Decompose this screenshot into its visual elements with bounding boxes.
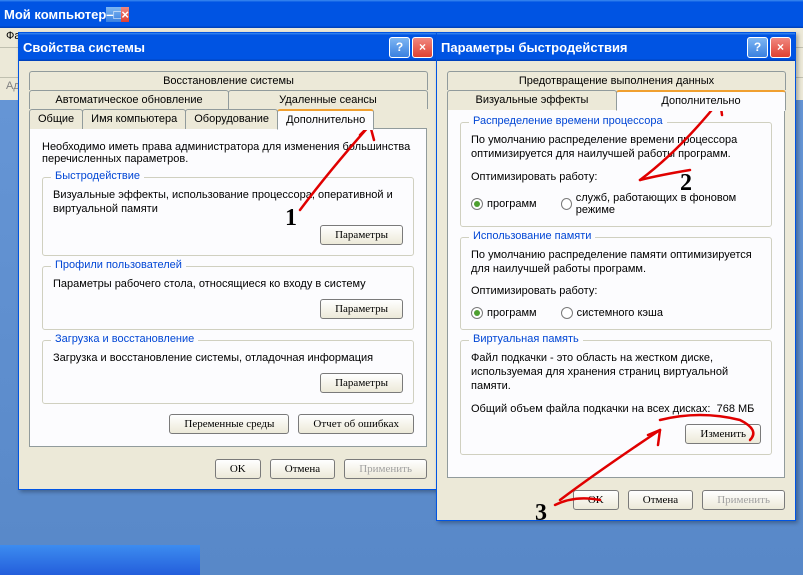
- performance-group: Быстродействие Визуальные эффекты, испол…: [42, 177, 414, 256]
- perfopts-apply-button[interactable]: Применить: [702, 490, 785, 510]
- performance-options-dialog: Параметры быстродействия ? × Предотвраще…: [436, 32, 796, 521]
- sysprops-apply-button[interactable]: Применить: [344, 459, 427, 479]
- cpu-radio-services-label: служб, работающих в фоновом режиме: [576, 192, 761, 216]
- perfopts-ok-button[interactable]: OK: [573, 490, 619, 510]
- startup-text: Загрузка и восстановление системы, отлад…: [53, 351, 403, 365]
- mem-text: По умолчанию распределение памяти оптими…: [471, 248, 761, 277]
- sysprops-dialog-buttons: OK Отмена Применить: [29, 459, 427, 479]
- sysprops-body: Восстановление системы Автоматическое об…: [19, 61, 437, 489]
- perfopts-help-button[interactable]: ?: [747, 37, 768, 58]
- perfopts-tabrow2: Визуальные эффекты Дополнительно: [447, 90, 785, 110]
- env-vars-button[interactable]: Переменные среды: [169, 414, 289, 434]
- parent-close-button[interactable]: ×: [121, 7, 129, 22]
- parent-titlebar: Мой компьютер – □ ×: [0, 0, 803, 28]
- profiles-settings-button[interactable]: Параметры: [320, 299, 403, 319]
- startup-legend: Загрузка и восстановление: [51, 333, 198, 345]
- taskbar[interactable]: [0, 545, 200, 575]
- cpu-radio-services[interactable]: служб, работающих в фоновом режиме: [561, 192, 761, 216]
- perfopts-close-button[interactable]: ×: [770, 37, 791, 58]
- profiles-legend: Профили пользователей: [51, 259, 186, 271]
- sysprops-tabrow1: Восстановление системы: [29, 71, 427, 90]
- performance-legend: Быстродействие: [51, 170, 144, 182]
- sysprops-help-button[interactable]: ?: [389, 37, 410, 58]
- sysprops-panel: Необходимо иметь права администратора дл…: [29, 128, 427, 447]
- profiles-group: Профили пользователей Параметры рабочего…: [42, 266, 414, 330]
- perfopts-title: Параметры быстродействия: [441, 40, 745, 55]
- radio-icon: [471, 307, 483, 319]
- tab-dep[interactable]: Предотвращение выполнения данных: [447, 71, 786, 90]
- perfopts-cancel-button[interactable]: Отмена: [628, 490, 693, 510]
- mem-group: Использование памяти По умолчанию распре…: [460, 237, 772, 330]
- mem-optlabel: Оптимизировать работу:: [471, 284, 761, 298]
- vmem-total: Общий объем файла подкачки на всех диска…: [471, 402, 761, 416]
- performance-settings-button[interactable]: Параметры: [320, 225, 403, 245]
- cpu-radio-row: программ служб, работающих в фоновом реж…: [471, 192, 761, 216]
- radio-icon: [561, 198, 572, 210]
- sysprops-cancel-button[interactable]: Отмена: [270, 459, 335, 479]
- perfopts-panel: Распределение времени процессора По умол…: [447, 109, 785, 478]
- vmem-text: Файл подкачки - это область на жестком д…: [471, 351, 761, 394]
- vmem-legend: Виртуальная память: [469, 333, 583, 345]
- system-properties-dialog: Свойства системы ? × Восстановление сист…: [18, 32, 438, 490]
- perfopts-dialog-buttons: OK Отмена Применить: [447, 490, 785, 510]
- tab-hardware[interactable]: Оборудование: [185, 109, 278, 129]
- profiles-text: Параметры рабочего стола, относящиеся ко…: [53, 277, 403, 291]
- parent-minimize-button[interactable]: –: [106, 7, 113, 22]
- startup-group: Загрузка и восстановление Загрузка и вос…: [42, 340, 414, 404]
- mem-radio-cache[interactable]: системного кэша: [561, 307, 663, 319]
- cpu-text: По умолчанию распределение времени проце…: [471, 133, 761, 162]
- tab-remote[interactable]: Удаленные сеансы: [228, 90, 428, 109]
- vmem-total-label: Общий объем файла подкачки на всех диска…: [471, 403, 710, 415]
- tab-perf-advanced[interactable]: Дополнительно: [616, 90, 786, 111]
- vmem-total-value: 768 МБ: [717, 403, 755, 415]
- cpu-radio-programs-label: программ: [487, 198, 537, 210]
- radio-icon: [561, 307, 573, 319]
- cpu-optlabel: Оптимизировать работу:: [471, 170, 761, 184]
- vmem-group: Виртуальная память Файл подкачки - это о…: [460, 340, 772, 455]
- mem-radio-cache-label: системного кэша: [577, 307, 663, 319]
- error-report-button[interactable]: Отчет об ошибках: [298, 414, 414, 434]
- startup-settings-button[interactable]: Параметры: [320, 373, 403, 393]
- cpu-group: Распределение времени процессора По умол…: [460, 122, 772, 227]
- sysprops-close-button[interactable]: ×: [412, 37, 433, 58]
- tab-computer-name[interactable]: Имя компьютера: [82, 109, 186, 129]
- tab-system-restore[interactable]: Восстановление системы: [29, 71, 428, 90]
- tab-general[interactable]: Общие: [29, 109, 83, 129]
- radio-icon: [471, 198, 483, 210]
- mem-radio-row: программ системного кэша: [471, 307, 761, 319]
- sysprops-tabrow2: Автоматическое обновление Удаленные сеан…: [29, 90, 427, 109]
- cpu-radio-programs[interactable]: программ: [471, 192, 537, 216]
- mem-legend: Использование памяти: [469, 230, 595, 242]
- tab-visual-effects[interactable]: Визуальные эффекты: [447, 90, 617, 110]
- sysprops-intro: Необходимо иметь права администратора дл…: [42, 141, 414, 165]
- performance-text: Визуальные эффекты, использование процес…: [53, 188, 403, 217]
- cpu-legend: Распределение времени процессора: [469, 115, 667, 127]
- sysprops-tabrow3: Общие Имя компьютера Оборудование Дополн…: [29, 109, 427, 129]
- perfopts-tabrow1: Предотвращение выполнения данных: [447, 71, 785, 90]
- mem-radio-programs-label: программ: [487, 307, 537, 319]
- parent-maximize-button[interactable]: □: [114, 7, 122, 22]
- parent-title: Мой компьютер: [4, 7, 106, 22]
- perfopts-titlebar: Параметры быстродействия ? ×: [437, 33, 795, 61]
- sysprops-title: Свойства системы: [23, 40, 387, 55]
- perfopts-body: Предотвращение выполнения данных Визуаль…: [437, 61, 795, 520]
- sysprops-ok-button[interactable]: OK: [215, 459, 261, 479]
- tab-advanced[interactable]: Дополнительно: [277, 109, 374, 130]
- mem-radio-programs[interactable]: программ: [471, 307, 537, 319]
- sysprops-extra-buttons: Переменные среды Отчет об ошибках: [42, 414, 414, 434]
- sysprops-titlebar: Свойства системы ? ×: [19, 33, 437, 61]
- vmem-change-button[interactable]: Изменить: [685, 424, 761, 444]
- tab-auto-update[interactable]: Автоматическое обновление: [29, 90, 229, 109]
